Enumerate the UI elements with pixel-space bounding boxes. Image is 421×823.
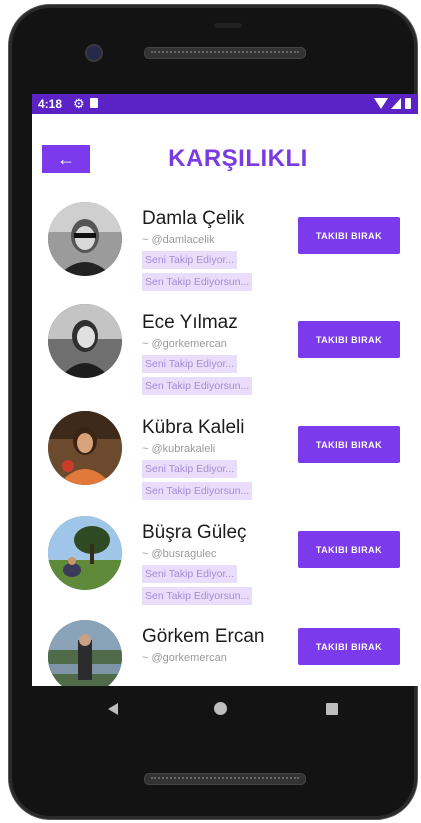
bottom-speaker (144, 773, 306, 785)
wifi-icon (374, 98, 388, 109)
user-name[interactable]: Kübra Kaleli (142, 417, 244, 439)
list-item: Büşra Güleç ~ @busragulec Seni Takip Edi… (32, 516, 418, 616)
unfollow-button[interactable]: TAKIBI BIRAK (298, 426, 400, 463)
avatar[interactable] (48, 516, 122, 590)
follows-you-badge: Seni Takip Ediyor... (142, 251, 238, 269)
follows-you-badge: Seni Takip Ediyor... (142, 355, 238, 373)
user-handle: ~ @gorkemercan (142, 652, 227, 664)
avatar[interactable] (48, 202, 122, 276)
unfollow-button[interactable]: TAKIBI BIRAK (298, 628, 400, 665)
follows-you-badge: Seni Takip Ediyor... (142, 460, 238, 478)
nav-recents-icon[interactable] (326, 703, 338, 715)
you-follow-badge: Sen Takip Ediyorsun... (142, 377, 253, 395)
unfollow-button[interactable]: TAKIBI BIRAK (298, 321, 400, 358)
user-name[interactable]: Büşra Güleç (142, 522, 247, 544)
avatar[interactable] (48, 304, 122, 378)
page-title: KARŞILIKLI (168, 145, 308, 172)
android-nav-bar (8, 686, 416, 732)
status-time: 4:18 (38, 97, 63, 111)
user-handle: ~ @damlacelik (142, 234, 215, 246)
nav-home-icon[interactable] (214, 702, 227, 715)
top-speaker (144, 47, 306, 59)
unfollow-button[interactable]: TAKIBI BIRAK (298, 217, 400, 254)
you-follow-badge: Sen Takip Ediyorsun... (142, 587, 253, 605)
you-follow-badge: Sen Takip Ediyorsun... (142, 273, 253, 291)
app-screen: 4:18 ⚙ ← KARŞILIKLI Damla Çelik ~ @damla… (32, 94, 418, 686)
user-handle: ~ @kubrakaleli (142, 443, 216, 455)
sd-card-icon (90, 98, 98, 108)
you-follow-badge: Sen Takip Ediyorsun... (142, 482, 253, 500)
avatar[interactable] (48, 620, 122, 686)
status-bar: 4:18 ⚙ (32, 94, 418, 114)
signal-icon (391, 98, 401, 109)
nav-back-icon[interactable] (108, 703, 118, 715)
follows-you-badge: Seni Takip Ediyor... (142, 565, 238, 583)
user-handle: ~ @gorkemercan (142, 338, 227, 350)
list-item: Kübra Kaleli ~ @kubrakaleli Seni Takip E… (32, 411, 418, 511)
list-item: Görkem Ercan ~ @gorkemercan TAKIBI BIRAK (32, 620, 418, 686)
user-name[interactable]: Görkem Ercan (142, 626, 264, 648)
front-camera (85, 44, 103, 62)
list-item: Damla Çelik ~ @damlacelik Seni Takip Edi… (32, 202, 418, 302)
user-handle: ~ @busragulec (142, 548, 217, 560)
list-item: Ece Yılmaz ~ @gorkemercan Seni Takip Edi… (32, 304, 418, 406)
avatar[interactable] (48, 411, 122, 485)
battery-icon (405, 98, 411, 109)
unfollow-button[interactable]: TAKIBI BIRAK (298, 531, 400, 568)
user-name[interactable]: Ece Yılmaz (142, 312, 238, 334)
proximity-sensor (214, 23, 242, 28)
user-name[interactable]: Damla Çelik (142, 208, 244, 230)
settings-gear-icon: ⚙ (73, 96, 85, 111)
